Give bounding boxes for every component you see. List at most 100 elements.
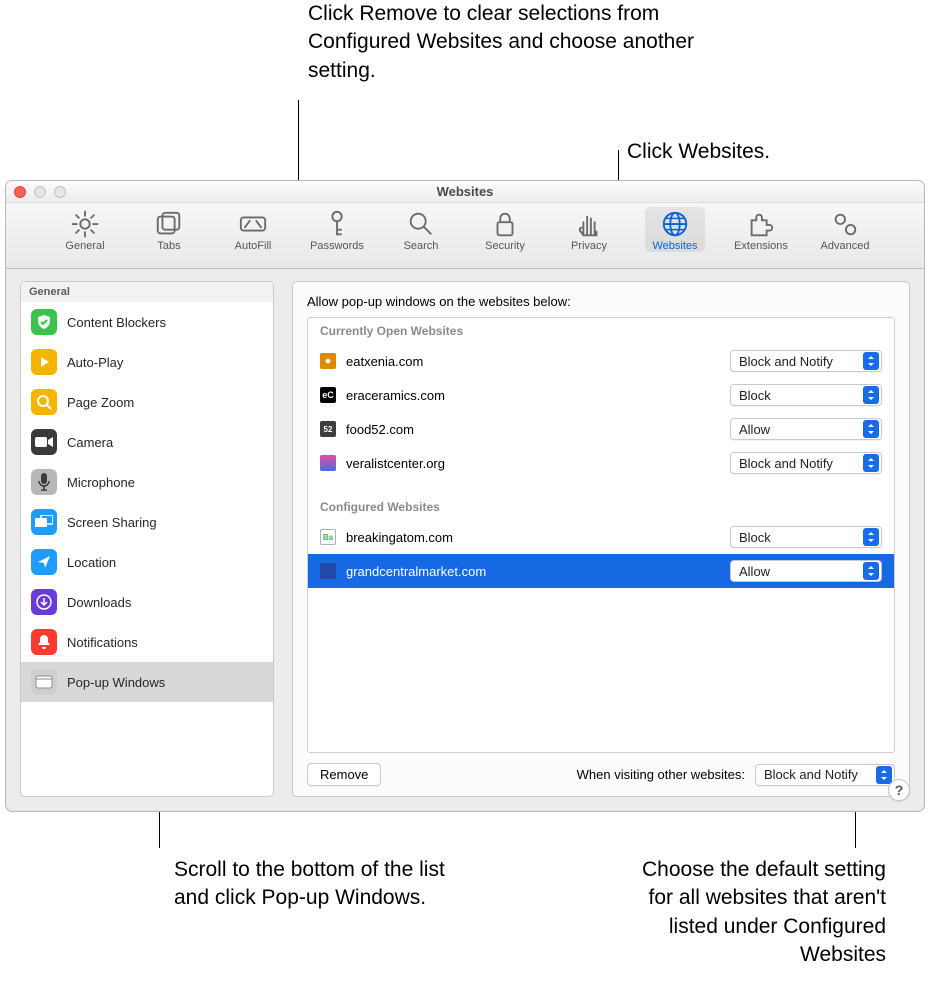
sidebar-item-location[interactable]: Location: [21, 542, 273, 582]
search-icon: [406, 209, 436, 239]
select-value: Block: [739, 530, 771, 545]
site-permission-select[interactable]: Block and Notify: [730, 350, 882, 372]
callout-popup: Scroll to the bottom of the list and cli…: [174, 856, 454, 913]
favicon: [320, 563, 336, 579]
tab-websites[interactable]: Websites: [645, 207, 705, 252]
site-permission-select[interactable]: Allow: [730, 560, 882, 582]
site-row-selected[interactable]: grandcentralmarket.com Allow: [308, 554, 894, 588]
sidebar: General Content Blockers Auto-Play Page …: [20, 281, 274, 797]
key-icon: [322, 209, 352, 239]
tab-label: General: [65, 240, 104, 252]
section-currently-open: Currently Open Websites: [308, 318, 894, 344]
sidebar-item-microphone[interactable]: Microphone: [21, 462, 273, 502]
shield-check-icon: [36, 314, 52, 330]
minimize-window-button[interactable]: [34, 186, 46, 198]
chevron-updown-icon: [863, 420, 879, 438]
tab-privacy[interactable]: Privacy: [561, 209, 617, 252]
tab-label: Privacy: [571, 240, 607, 252]
site-domain: eraceramics.com: [346, 388, 445, 403]
tab-tabs[interactable]: Tabs: [141, 209, 197, 252]
tab-general[interactable]: General: [57, 209, 113, 252]
chevron-updown-icon: [863, 528, 879, 546]
sidebar-item-popup-windows[interactable]: Pop-up Windows: [21, 662, 273, 702]
help-button[interactable]: ?: [888, 779, 910, 801]
puzzle-icon: [746, 209, 776, 239]
sidebar-item-page-zoom[interactable]: Page Zoom: [21, 382, 273, 422]
remove-button[interactable]: Remove: [307, 763, 381, 786]
preferences-window: Websites General Tabs AutoFill Passwords…: [5, 180, 925, 812]
site-permission-select[interactable]: Block: [730, 384, 882, 406]
content-pane: Allow pop-up windows on the websites bel…: [292, 281, 910, 797]
sidebar-item-content-blockers[interactable]: Content Blockers: [21, 302, 273, 342]
chevron-updown-icon: [863, 562, 879, 580]
favicon: Ba: [320, 529, 336, 545]
play-icon: [37, 355, 51, 369]
sidebar-item-label: Auto-Play: [67, 355, 123, 370]
sidebar-item-label: Notifications: [67, 635, 138, 650]
select-value: Block and Notify: [764, 767, 858, 782]
site-domain: grandcentralmarket.com: [346, 564, 486, 579]
favicon: 52: [320, 421, 336, 437]
sidebar-item-label: Downloads: [67, 595, 131, 610]
select-value: Block and Notify: [739, 354, 833, 369]
tab-security[interactable]: Security: [477, 209, 533, 252]
bell-icon: [37, 634, 51, 650]
content-footer: Remove When visiting other websites: Blo…: [307, 763, 895, 786]
site-row[interactable]: eC eraceramics.com Block: [308, 378, 894, 412]
sidebar-item-screen-sharing[interactable]: Screen Sharing: [21, 502, 273, 542]
tab-passwords[interactable]: Passwords: [309, 209, 365, 252]
site-row[interactable]: 52 food52.com Allow: [308, 412, 894, 446]
select-value: Block and Notify: [739, 456, 833, 471]
tab-label: Advanced: [821, 240, 870, 252]
sidebar-item-label: Microphone: [67, 475, 135, 490]
zoom-window-button[interactable]: [54, 186, 66, 198]
select-value: Block: [739, 388, 771, 403]
sidebar-item-downloads[interactable]: Downloads: [21, 582, 273, 622]
sidebar-item-notifications[interactable]: Notifications: [21, 622, 273, 662]
sidebar-item-label: Screen Sharing: [67, 515, 157, 530]
select-value: Allow: [739, 422, 770, 437]
favicon: [320, 353, 336, 369]
site-permission-select[interactable]: Block and Notify: [730, 452, 882, 474]
sidebar-header: General: [21, 282, 273, 302]
sidebar-item-auto-play[interactable]: Auto-Play: [21, 342, 273, 382]
close-window-button[interactable]: [14, 186, 26, 198]
website-list: Currently Open Websites eatxenia.com Blo…: [307, 317, 895, 753]
window-icon: [35, 675, 53, 689]
chevron-updown-icon: [863, 386, 879, 404]
default-permission-select[interactable]: Block and Notify: [755, 764, 895, 786]
location-arrow-icon: [36, 554, 52, 570]
site-permission-select[interactable]: Block: [730, 526, 882, 548]
tab-search[interactable]: Search: [393, 209, 449, 252]
tab-label: Tabs: [157, 240, 180, 252]
callout-default: Choose the default setting for all websi…: [626, 856, 886, 969]
zoom-icon: [36, 394, 52, 410]
sidebar-item-label: Pop-up Windows: [67, 675, 165, 690]
screens-icon: [35, 515, 53, 529]
microphone-icon: [38, 473, 50, 491]
tab-advanced[interactable]: Advanced: [817, 209, 873, 252]
tab-label: Passwords: [310, 240, 364, 252]
tab-label: Search: [404, 240, 439, 252]
site-domain: eatxenia.com: [346, 354, 423, 369]
tab-extensions[interactable]: Extensions: [733, 209, 789, 252]
sidebar-item-label: Location: [67, 555, 116, 570]
content-header: Allow pop-up windows on the websites bel…: [307, 294, 895, 309]
chevron-updown-icon: [876, 766, 892, 784]
tab-label: Security: [485, 240, 525, 252]
hand-icon: [574, 209, 604, 239]
window-title: Websites: [6, 184, 924, 199]
chevron-updown-icon: [863, 352, 879, 370]
gears-icon: [830, 209, 860, 239]
site-row[interactable]: veralistcenter.org Block and Notify: [308, 446, 894, 480]
section-configured: Configured Websites: [308, 494, 894, 520]
download-icon: [36, 594, 52, 610]
sidebar-item-camera[interactable]: Camera: [21, 422, 273, 462]
site-row[interactable]: Ba breakingatom.com Block: [308, 520, 894, 554]
traffic-lights: [14, 186, 66, 198]
tab-autofill[interactable]: AutoFill: [225, 209, 281, 252]
site-permission-select[interactable]: Allow: [730, 418, 882, 440]
site-row[interactable]: eatxenia.com Block and Notify: [308, 344, 894, 378]
body: General Content Blockers Auto-Play Page …: [6, 269, 924, 811]
autofill-icon: [238, 209, 268, 239]
